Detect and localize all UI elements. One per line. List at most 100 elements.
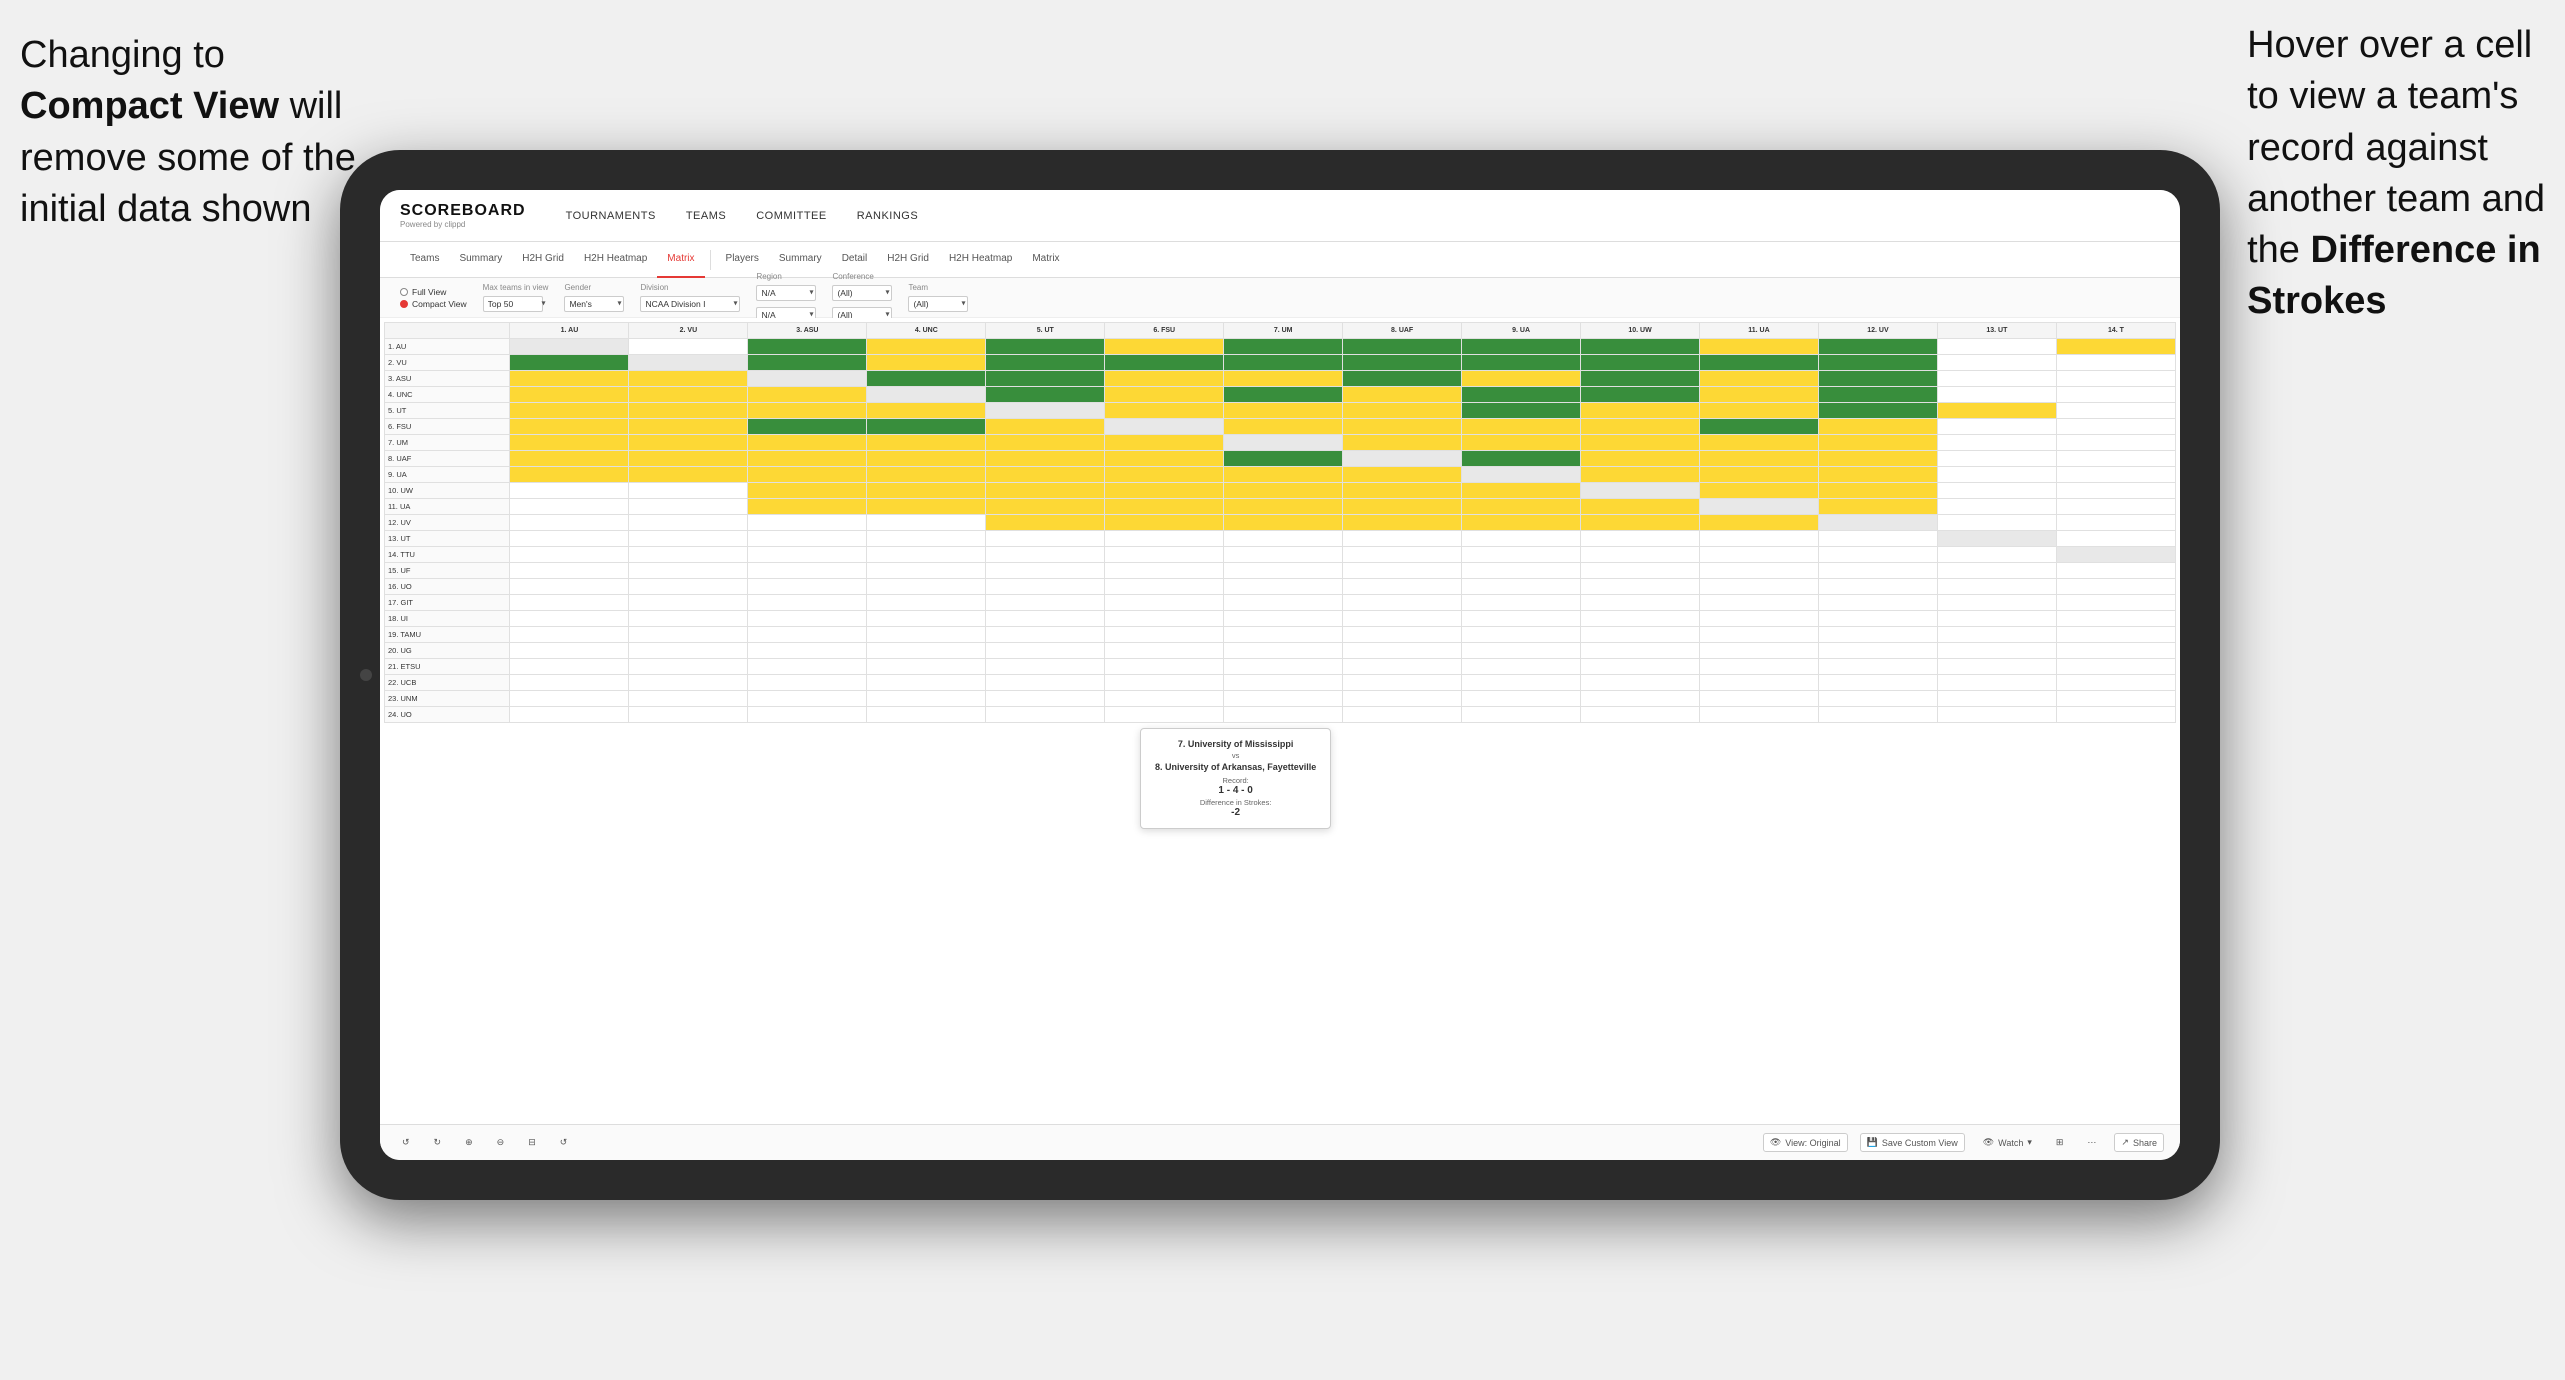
matrix-cell[interactable] (2056, 547, 2175, 563)
matrix-cell[interactable] (2056, 691, 2175, 707)
matrix-cell[interactable] (510, 643, 629, 659)
matrix-cell[interactable] (1581, 707, 1700, 723)
matrix-cell[interactable] (1937, 355, 2056, 371)
matrix-cell[interactable] (867, 339, 986, 355)
matrix-cell[interactable] (2056, 419, 2175, 435)
matrix-cell[interactable] (867, 563, 986, 579)
matrix-cell[interactable] (986, 579, 1105, 595)
matrix-cell[interactable] (867, 371, 986, 387)
matrix-cell[interactable] (986, 451, 1105, 467)
matrix-cell[interactable] (986, 595, 1105, 611)
matrix-cell[interactable] (1700, 691, 1819, 707)
matrix-cell[interactable] (1224, 499, 1343, 515)
matrix-cell[interactable] (629, 547, 748, 563)
matrix-cell[interactable] (1818, 707, 1937, 723)
matrix-cell[interactable] (1581, 387, 1700, 403)
subnav-h2h-heatmap-1[interactable]: H2H Heatmap (574, 242, 657, 278)
matrix-cell[interactable] (748, 643, 867, 659)
matrix-cell[interactable] (1818, 579, 1937, 595)
matrix-cell[interactable] (629, 611, 748, 627)
matrix-cell[interactable] (1818, 563, 1937, 579)
matrix-cell[interactable] (1462, 643, 1581, 659)
matrix-cell[interactable] (1937, 419, 2056, 435)
matrix-cell[interactable] (1224, 563, 1343, 579)
matrix-cell[interactable] (1462, 691, 1581, 707)
matrix-cell[interactable] (510, 691, 629, 707)
matrix-cell[interactable] (629, 483, 748, 499)
matrix-cell[interactable] (1581, 611, 1700, 627)
matrix-cell[interactable] (867, 355, 986, 371)
compact-view-radio[interactable]: Compact View (400, 299, 467, 309)
matrix-cell[interactable] (867, 579, 986, 595)
matrix-cell[interactable] (1105, 675, 1224, 691)
matrix-cell[interactable] (1224, 643, 1343, 659)
matrix-cell[interactable] (510, 467, 629, 483)
matrix-cell[interactable] (1462, 547, 1581, 563)
matrix-cell[interactable] (1462, 675, 1581, 691)
matrix-cell[interactable] (986, 435, 1105, 451)
matrix-cell[interactable] (1343, 355, 1462, 371)
matrix-cell[interactable] (1700, 371, 1819, 387)
matrix-cell[interactable] (748, 499, 867, 515)
matrix-cell[interactable] (1937, 611, 2056, 627)
toolbar-zoom-out[interactable]: ⊖ (491, 1134, 511, 1151)
matrix-cell[interactable] (1937, 563, 2056, 579)
matrix-cell[interactable] (986, 627, 1105, 643)
matrix-cell[interactable] (629, 387, 748, 403)
matrix-cell[interactable] (1937, 499, 2056, 515)
matrix-cell[interactable] (1818, 643, 1937, 659)
matrix-cell[interactable] (1462, 627, 1581, 643)
matrix-cell[interactable] (510, 451, 629, 467)
matrix-cell[interactable] (510, 531, 629, 547)
matrix-cell[interactable] (629, 643, 748, 659)
matrix-cell[interactable] (1581, 435, 1700, 451)
matrix-cell[interactable] (1581, 515, 1700, 531)
matrix-cell[interactable] (867, 643, 986, 659)
matrix-cell[interactable] (867, 387, 986, 403)
matrix-cell[interactable] (748, 579, 867, 595)
matrix-cell[interactable] (1224, 451, 1343, 467)
subnav-h2h-heatmap-2[interactable]: H2H Heatmap (939, 242, 1022, 278)
nav-rankings[interactable]: RANKINGS (857, 210, 918, 222)
matrix-cell[interactable] (748, 371, 867, 387)
matrix-cell[interactable] (1343, 643, 1462, 659)
matrix-cell[interactable] (1224, 339, 1343, 355)
matrix-cell[interactable] (1937, 339, 2056, 355)
matrix-cell[interactable] (1343, 515, 1462, 531)
matrix-cell[interactable] (2056, 563, 2175, 579)
matrix-cell[interactable] (1818, 675, 1937, 691)
matrix-cell[interactable] (1105, 499, 1224, 515)
matrix-cell[interactable] (986, 387, 1105, 403)
matrix-cell[interactable] (1343, 371, 1462, 387)
matrix-cell[interactable] (1818, 531, 1937, 547)
matrix-cell[interactable] (867, 691, 986, 707)
matrix-cell[interactable] (510, 355, 629, 371)
matrix-cell[interactable] (1462, 707, 1581, 723)
matrix-cell[interactable] (1581, 371, 1700, 387)
nav-tournaments[interactable]: TOURNAMENTS (566, 210, 656, 222)
matrix-cell[interactable] (986, 563, 1105, 579)
matrix-cell[interactable] (867, 499, 986, 515)
matrix-cell[interactable] (986, 691, 1105, 707)
matrix-cell[interactable] (748, 611, 867, 627)
matrix-cell[interactable] (986, 611, 1105, 627)
matrix-cell[interactable] (1462, 467, 1581, 483)
matrix-cell[interactable] (2056, 611, 2175, 627)
matrix-cell[interactable] (1105, 355, 1224, 371)
matrix-cell[interactable] (1462, 387, 1581, 403)
matrix-cell[interactable] (1700, 339, 1819, 355)
matrix-cell[interactable] (1700, 499, 1819, 515)
matrix-cell[interactable] (1105, 339, 1224, 355)
toolbar-refresh[interactable]: ↺ (554, 1134, 574, 1151)
matrix-cell[interactable] (1224, 355, 1343, 371)
matrix-cell[interactable] (1224, 467, 1343, 483)
matrix-cell[interactable] (1581, 355, 1700, 371)
matrix-cell[interactable] (1818, 547, 1937, 563)
matrix-cell[interactable] (986, 499, 1105, 515)
matrix-cell[interactable] (1343, 627, 1462, 643)
matrix-cell[interactable] (1105, 467, 1224, 483)
matrix-cell[interactable] (510, 611, 629, 627)
matrix-cell[interactable] (748, 435, 867, 451)
matrix-cell[interactable] (629, 339, 748, 355)
matrix-cell[interactable] (1937, 547, 2056, 563)
